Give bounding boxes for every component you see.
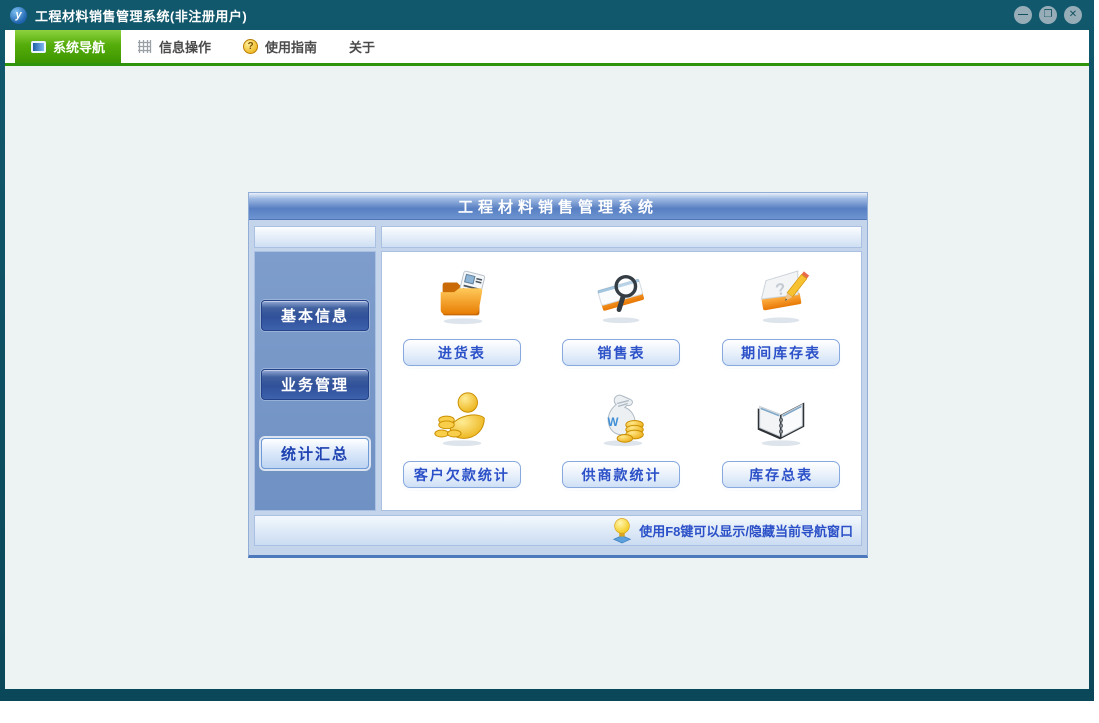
toolbar-item-label: 信息操作 (159, 40, 212, 55)
svg-text:W: W (608, 416, 619, 429)
toolbar-item-system-navigation[interactable]: 系统导航 (15, 30, 122, 63)
shortcut-period-inventory: ? 期间库存表 (701, 266, 861, 388)
panel-header: 工程材料销售管理系统 (249, 193, 867, 220)
shortcut-sales-table: 销售表 (542, 266, 702, 388)
shortcut-area: 进货表 销售表 ? 期间库存表 客户欠款统计 W 供商款统计 库存总表 (381, 226, 862, 511)
customer-debt-icon (434, 392, 485, 447)
sidebar-subheader (254, 226, 376, 248)
inventory-book-icon (757, 402, 805, 447)
shortcut-inventory-summary: 库存总表 (701, 388, 861, 510)
sales-table-button[interactable]: 销售表 (562, 339, 681, 366)
inventory-summary-button[interactable]: 库存总表 (722, 461, 841, 488)
app-logo-icon: y (10, 6, 27, 24)
navigation-icon (31, 40, 46, 53)
shortcut-customer-debt: 客户欠款统计 (382, 388, 542, 510)
sidebar-button-business-mgmt[interactable]: 业务管理 (261, 369, 369, 400)
toolbar-item-label: 系统导航 (53, 40, 106, 55)
supplier-payment-button[interactable]: 供商款统计 (562, 461, 681, 488)
toolbar-item-label: 使用指南 (265, 40, 318, 55)
footer-tip-text: 使用F8键可以显示/隐藏当前导航窗口 (639, 524, 853, 539)
window-controls: — ❐ ✕ (1014, 6, 1082, 24)
period-inventory-icon: ? (760, 270, 810, 324)
lightbulb-icon (612, 517, 632, 543)
panel-title: 工程材料销售管理系统 (457, 198, 658, 216)
sidebar-button-statistics[interactable]: 统计汇总 (261, 438, 369, 469)
customer-debt-button[interactable]: 客户欠款统计 (402, 461, 521, 488)
toolbar-item-label: 关于 (349, 40, 376, 55)
navigation-panel: 工程材料销售管理系统 基本信息 业务管理 统计汇总 进货表 销售表 ? 期间库存… (248, 192, 868, 558)
close-button[interactable]: ✕ (1064, 6, 1082, 24)
category-sidebar: 基本信息 业务管理 统计汇总 (254, 226, 376, 511)
restore-button[interactable]: ❐ (1039, 6, 1057, 24)
period-inventory-button[interactable]: 期间库存表 (722, 339, 841, 366)
sidebar-body: 基本信息 业务管理 统计汇总 (254, 251, 376, 511)
desktop-area: 工程材料销售管理系统 基本信息 业务管理 统计汇总 进货表 销售表 ? 期间库存… (5, 66, 1089, 686)
purchase-table-button[interactable]: 进货表 (402, 339, 521, 366)
panel-footer: 使用F8键可以显示/隐藏当前导航窗口 (254, 515, 862, 546)
window-title: 工程材料销售管理系统(非注册用户) (35, 8, 248, 24)
toolbar-item-user-guide[interactable]: ? 使用指南 (227, 30, 333, 63)
main-subheader (381, 226, 862, 248)
shortcut-supplier-payment: W 供商款统计 (542, 388, 702, 510)
toolbar-item-info-operation[interactable]: 信息操作 (121, 30, 227, 63)
sidebar-button-basic-info[interactable]: 基本信息 (261, 300, 369, 331)
toolbar-item-about[interactable]: 关于 (333, 30, 391, 63)
title-bar: y 工程材料销售管理系统(非注册用户) — ❐ ✕ (0, 0, 1094, 30)
sales-search-icon (598, 274, 645, 324)
shortcut-grid: 进货表 销售表 ? 期间库存表 客户欠款统计 W 供商款统计 库存总表 (381, 251, 862, 511)
window-client-area: 系统导航 信息操作 ? 使用指南 关于 工程材料销售管理系统 基本信息 业务管理… (5, 30, 1089, 689)
grid-icon (138, 40, 152, 53)
purchase-folder-icon (440, 270, 485, 325)
main-toolbar: 系统导航 信息操作 ? 使用指南 关于 (5, 30, 1089, 66)
help-coin-icon: ? (243, 39, 259, 54)
supplier-payment-icon: W (604, 394, 645, 447)
app-window: y 工程材料销售管理系统(非注册用户) — ❐ ✕ 系统导航 信息操作 ? 使用… (0, 0, 1094, 701)
shortcut-purchase-table: 进货表 (382, 266, 542, 388)
minimize-button[interactable]: — (1014, 6, 1032, 24)
